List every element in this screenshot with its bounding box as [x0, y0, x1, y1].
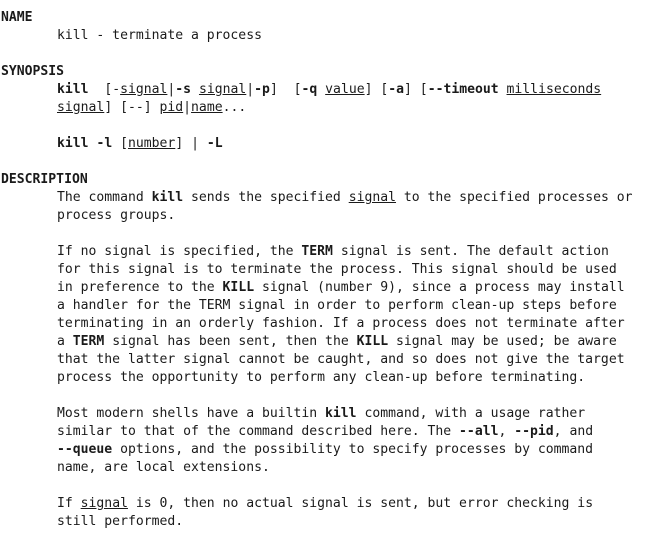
synopsis-line-2: signal] [--] pid|name...: [0, 99, 653, 117]
description-line: similar to that of the command described…: [0, 423, 653, 441]
synopsis-text: [-: [88, 82, 121, 97]
synopsis-text: [191, 82, 199, 97]
option-a: -a: [388, 82, 405, 97]
description-line: a TERM signal has been sent, then the KI…: [0, 333, 653, 351]
text-run: is 0, then no actual signal is sent, but…: [127, 496, 594, 511]
description-line: --queue options, and the possibility to …: [0, 441, 653, 459]
description-line: in preference to the KILL signal (number…: [0, 279, 653, 297]
text-run: If no signal is specified, the: [57, 244, 302, 259]
arg-name: name: [191, 100, 223, 115]
description-line: process the opportunity to perform any c…: [57, 370, 586, 385]
arg-milliseconds: milliseconds: [506, 82, 602, 97]
description-line: If no signal is specified, the TERM sign…: [0, 243, 653, 261]
arg-value: value: [325, 82, 365, 97]
text-run: ,: [498, 424, 515, 439]
description-line: terminating in an orderly fashion. If a …: [57, 316, 625, 331]
text-run: The command: [57, 190, 152, 205]
synopsis-text: ] [: [269, 82, 302, 97]
text-run: in preference to the: [57, 280, 223, 295]
text-run: to the specified processes or: [396, 190, 633, 205]
arg-signal: signal: [348, 190, 397, 205]
description-line: name, are local extensions.: [57, 460, 270, 475]
cmd-kill: kill: [151, 190, 184, 205]
cmd-kill: kill: [57, 136, 89, 151]
option-queue: --queue: [57, 442, 113, 457]
option-s: -s: [175, 82, 192, 97]
synopsis-line-3: kill -l [number] | -L: [0, 135, 653, 153]
synopsis-text: [: [112, 136, 128, 151]
text-run: signal may be used; be aware: [388, 334, 617, 349]
description-line: for this signal is to terminate the proc…: [57, 262, 617, 277]
text-run: Most modern shells have a builtin: [57, 406, 326, 421]
option-L: -L: [206, 136, 223, 151]
option-l: -l: [96, 136, 113, 151]
description-line: a handler for the TERM signal in order t…: [57, 298, 617, 313]
synopsis-text: ] [: [364, 82, 389, 97]
name-text: kill - terminate a process: [57, 28, 262, 43]
option-pid: --pid: [514, 424, 554, 439]
man-page: NAME kill - terminate a process SYNOPSIS…: [0, 0, 653, 541]
synopsis-text: ...: [222, 100, 247, 115]
synopsis-text: ] |: [175, 136, 207, 151]
signal-kill: KILL: [222, 280, 255, 295]
option-timeout: --timeout: [427, 82, 499, 97]
description-line: Most modern shells have a builtin kill c…: [0, 405, 653, 423]
signal-kill: KILL: [356, 334, 389, 349]
synopsis-text: [499, 82, 507, 97]
synopsis-text: |: [183, 100, 192, 115]
description-line: process groups.: [57, 208, 176, 223]
description-line: The command kill sends the specified sig…: [0, 189, 653, 207]
option-all: --all: [459, 424, 499, 439]
text-run: sends the specified: [183, 190, 349, 205]
section-heading-description: DESCRIPTION: [1, 172, 88, 187]
description-line: still performed.: [57, 514, 184, 529]
text-run: , and: [553, 424, 594, 439]
text-run: signal (number 9), since a process may i…: [254, 280, 625, 295]
description-line: that the latter signal cannot be caught,…: [57, 352, 625, 367]
text-run: a: [57, 334, 73, 349]
arg-number: number: [128, 136, 176, 151]
arg-signal: signal: [198, 82, 247, 97]
synopsis-text: ] [: [404, 82, 428, 97]
text-run: similar to that of the command described…: [57, 424, 460, 439]
description-line: If signal is 0, then no actual signal is…: [0, 495, 653, 513]
cmd-kill: kill: [325, 406, 357, 421]
section-heading-synopsis: SYNOPSIS: [1, 64, 65, 79]
text-run: command, with a usage rather: [356, 406, 586, 421]
synopsis-text: ] [--]: [104, 100, 160, 115]
synopsis-text: [317, 82, 325, 97]
synopsis-text: |: [246, 82, 255, 97]
section-heading-name: NAME: [1, 10, 33, 25]
arg-signal: signal: [80, 496, 128, 511]
arg-pid: pid: [159, 100, 184, 115]
text-run: If: [57, 496, 81, 511]
option-q: -q: [301, 82, 318, 97]
text-run: signal has been sent, then the: [104, 334, 357, 349]
arg-signal: signal: [57, 100, 105, 115]
text-run: signal is sent. The default action: [332, 244, 609, 259]
signal-term: TERM: [301, 244, 333, 259]
text-run: options, and the possibility to specify …: [112, 442, 594, 457]
arg-signal: signal: [120, 82, 168, 97]
synopsis-line-1: kill [-signal|-s signal|-p] [-q value] […: [0, 81, 653, 99]
option-p: -p: [254, 82, 270, 97]
cmd-kill: kill: [57, 82, 89, 97]
signal-term: TERM: [72, 334, 105, 349]
